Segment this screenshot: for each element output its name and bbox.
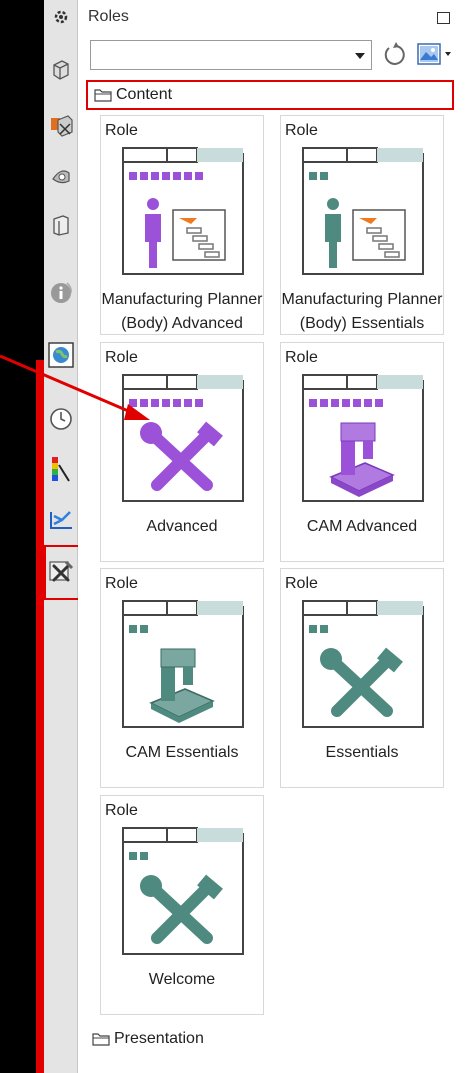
role-card-cam-essentials[interactable]: Role CAM Essentials	[100, 568, 264, 788]
role-name-line1: Manufacturing Planner	[281, 291, 443, 308]
roles-panel: Roles Content Role Manufacturing Planner…	[78, 0, 474, 1073]
role-card-essentials[interactable]: Role Essentials	[280, 568, 444, 788]
role-name-line2: (Body) Essentials	[299, 315, 425, 332]
cam-essentials-machine-icon	[122, 600, 244, 728]
role-card-welcome[interactable]: Role Welcome	[100, 795, 264, 1015]
panel-title: Roles	[88, 8, 129, 25]
presentation-folder-label: Presentation	[114, 1030, 204, 1047]
content-folder-row[interactable]: Content	[86, 80, 454, 110]
refresh-icon[interactable]	[382, 42, 406, 68]
role-type-label: Role	[105, 349, 138, 366]
resource-bar	[44, 0, 78, 1073]
role-name-line2: (Body) Advanced	[121, 315, 243, 332]
essentials-tools-icon	[302, 600, 424, 728]
maximize-icon[interactable]	[437, 12, 450, 24]
assembly-icon[interactable]	[47, 110, 75, 140]
folder-icon	[94, 89, 112, 102]
annotation-red-line	[36, 360, 44, 1073]
role-type-label: Role	[285, 122, 318, 139]
content-folder-label: Content	[116, 86, 173, 103]
role-name: Essentials	[325, 744, 399, 761]
view-style-icon[interactable]	[416, 42, 454, 68]
folder-icon	[92, 1033, 110, 1046]
role-type-label: Role	[285, 575, 318, 592]
part-icon[interactable]	[47, 54, 75, 84]
role-name: CAM Advanced	[306, 518, 418, 535]
role-type-label: Role	[285, 349, 318, 366]
role-type-label: Role	[105, 122, 138, 139]
welcome-tools-icon	[122, 827, 244, 955]
role-card-mfg-planner-body-essentials[interactable]: Role Manufacturing Planner (Body) Essent…	[280, 115, 444, 335]
manufacturing-planner-essentials-icon	[302, 147, 424, 275]
manufacturing-planner-advanced-icon	[122, 147, 244, 275]
role-type-label: Role	[105, 575, 138, 592]
role-type-label: Role	[105, 802, 138, 819]
cam-advanced-machine-icon	[302, 374, 424, 502]
clock-icon[interactable]	[47, 404, 75, 434]
graph-icon[interactable]	[47, 505, 75, 535]
role-filter-select[interactable]	[90, 40, 372, 70]
gear-icon[interactable]	[47, 2, 75, 32]
role-card-advanced[interactable]: Role Advanced	[100, 342, 264, 562]
info-icon[interactable]	[47, 278, 75, 308]
book-icon[interactable]	[47, 210, 75, 240]
role-card-cam-advanced[interactable]: Role CAM Advanced	[280, 342, 444, 562]
drafting-icon[interactable]	[47, 160, 75, 190]
role-card-mfg-planner-body-advanced[interactable]: Role Manufacturing Planner (Body) Advanc…	[100, 115, 264, 335]
chevron-down-icon	[355, 53, 365, 59]
role-name: Advanced	[146, 518, 218, 535]
role-name: Welcome	[148, 971, 216, 988]
presentation-folder-row[interactable]: Presentation	[86, 1024, 204, 1054]
advanced-tools-icon	[122, 374, 244, 502]
color-icon[interactable]	[47, 454, 75, 484]
role-name: CAM Essentials	[125, 744, 239, 761]
globe-icon[interactable]	[47, 340, 75, 370]
role-name-line1: Manufacturing Planner	[101, 291, 263, 308]
